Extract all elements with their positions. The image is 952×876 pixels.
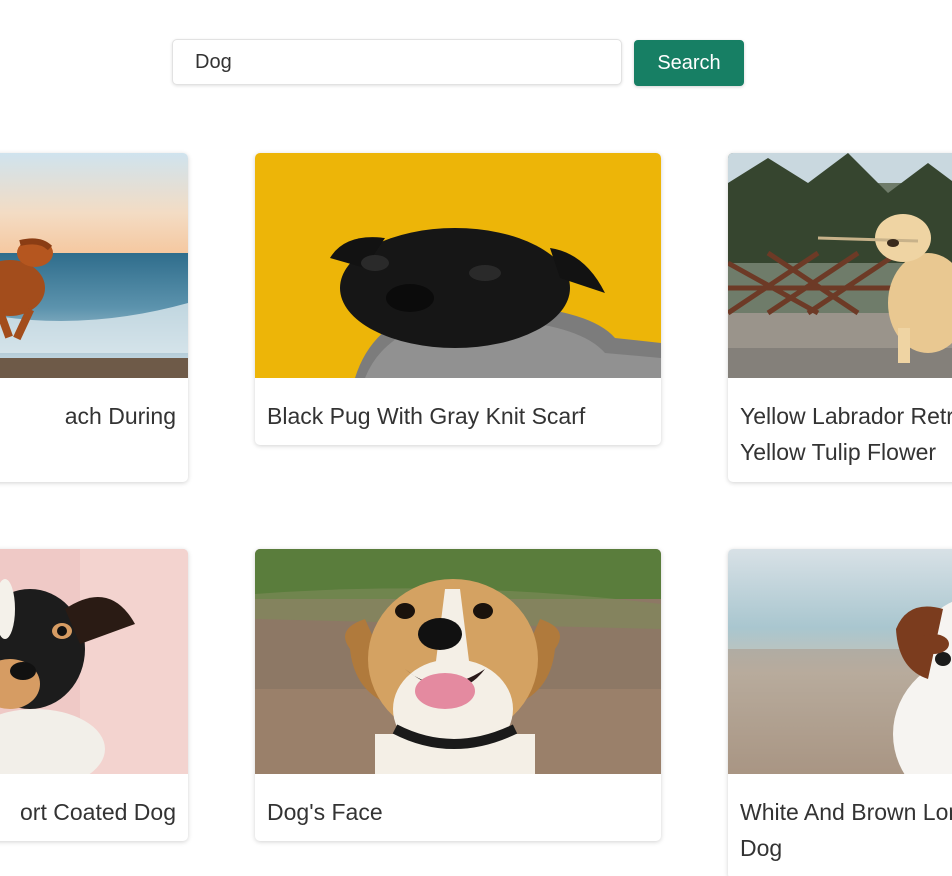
- result-card[interactable]: Black Pug With Gray Knit Scarf: [255, 153, 661, 445]
- result-card[interactable]: Dog's Face: [255, 549, 661, 841]
- search-button[interactable]: Search: [634, 40, 744, 86]
- result-card[interactable]: Yellow Labrador Retri Yellow Tulip Flowe…: [728, 153, 952, 482]
- result-caption: ort Coated Dog: [20, 799, 176, 825]
- result-card[interactable]: White And Brown Lon Dog: [728, 549, 952, 876]
- result-caption: White And Brown Lon Dog: [740, 799, 952, 861]
- short-coated-dog-photo: [0, 549, 188, 774]
- white-brown-dog-photo: [728, 549, 952, 774]
- search-input[interactable]: [172, 39, 622, 85]
- result-caption: Yellow Labrador Retri Yellow Tulip Flowe…: [740, 403, 952, 465]
- result-caption: Dog's Face: [267, 799, 383, 825]
- result-caption: Black Pug With Gray Knit Scarf: [267, 403, 586, 429]
- result-card[interactable]: ort Coated Dog: [0, 549, 188, 841]
- yellow-labrador-photo: [728, 153, 952, 378]
- search-results-page: Search: [0, 0, 952, 876]
- black-pug-photo: [255, 153, 661, 378]
- beagle-face-photo: [255, 549, 661, 774]
- result-card[interactable]: ach During: [0, 153, 188, 482]
- result-caption: ach During: [64, 403, 176, 429]
- dog-on-beach-photo: [0, 153, 188, 378]
